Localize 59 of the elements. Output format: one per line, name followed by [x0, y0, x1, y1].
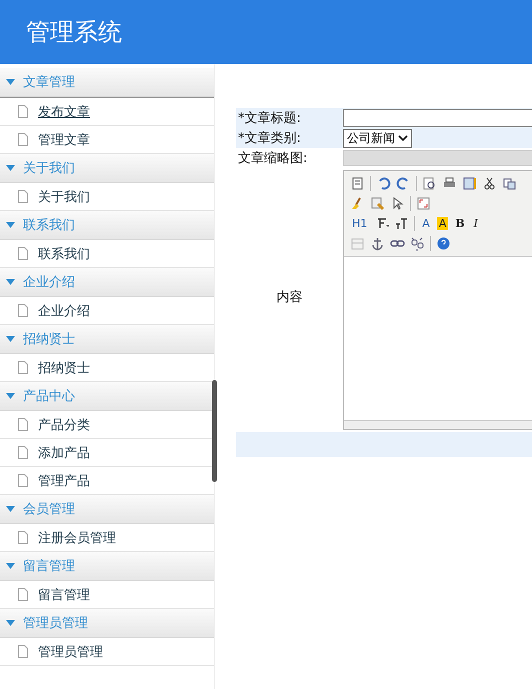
menu-group-title: 企业介绍	[23, 274, 75, 291]
triangle-icon	[6, 79, 15, 85]
magnifier-icon[interactable]	[422, 176, 437, 191]
menu-group-title: 留言管理	[23, 558, 75, 575]
menu-item[interactable]: 发布文章	[0, 97, 214, 126]
app-title: 管理系统	[26, 17, 122, 48]
thumbnail-field[interactable]	[343, 150, 532, 166]
document-icon	[18, 446, 28, 459]
template-icon[interactable]	[462, 176, 477, 191]
toolbar-button[interactable]: I	[472, 217, 480, 230]
toolbar-button[interactable]: B	[453, 217, 467, 230]
menu-group-title: 关于我们	[23, 160, 75, 177]
menu-group-title: 会员管理	[23, 501, 75, 518]
triangle-icon	[6, 563, 15, 569]
menu-item[interactable]: 管理员管理	[0, 638, 214, 666]
triangle-icon	[6, 393, 15, 399]
toolbar-button[interactable]: A	[420, 217, 432, 230]
category-select[interactable]: 公司新闻	[343, 128, 412, 148]
rich-text-editor[interactable]: H1 A A B I	[343, 170, 532, 430]
document-icon	[18, 531, 28, 544]
scissors-icon[interactable]	[482, 176, 497, 191]
document-icon	[18, 645, 28, 658]
field-label: 文章缩略图:	[237, 150, 308, 168]
toolbar-button[interactable]: A	[436, 217, 448, 230]
triangle-icon	[6, 165, 15, 171]
field-label: 内容	[276, 289, 302, 307]
document-icon	[18, 133, 28, 146]
triangle-icon	[6, 279, 15, 285]
field-label: *文章标题:	[236, 108, 343, 128]
menu-group-title: 文章管理	[23, 74, 75, 91]
chevron-down-icon	[398, 134, 408, 142]
document-icon	[18, 418, 28, 431]
help-icon[interactable]	[436, 236, 451, 251]
triangle-icon	[6, 336, 15, 342]
document-icon	[18, 105, 28, 118]
document-icon	[18, 247, 28, 260]
document-icon[interactable]	[350, 176, 365, 191]
menu-group-title: 联系我们	[23, 217, 75, 234]
field-label: *文章类别:	[236, 128, 343, 148]
document-icon	[18, 361, 28, 374]
toolbar-button[interactable]: H1	[350, 217, 370, 230]
triangle-icon	[6, 620, 15, 626]
copy-icon[interactable]	[502, 176, 517, 191]
broken-link-icon[interactable]	[410, 236, 425, 251]
menu-group-title: 管理员管理	[23, 615, 88, 632]
document-icon	[18, 474, 28, 487]
triangle-icon	[6, 222, 15, 228]
document-icon	[18, 304, 28, 317]
menu-group-title: 产品中心	[23, 388, 75, 405]
triangle-icon	[6, 506, 15, 512]
fullscreen-icon[interactable]	[416, 196, 431, 211]
title-input[interactable]	[343, 109, 532, 127]
scrollbar[interactable]	[212, 380, 217, 482]
format-painter-icon[interactable]	[370, 196, 385, 211]
font-size-icon[interactable]	[394, 216, 410, 231]
document-icon	[18, 190, 28, 203]
document-icon	[18, 588, 28, 601]
anchor-icon[interactable]	[370, 236, 385, 251]
menu-group-title: 招纳贤士	[23, 331, 75, 348]
